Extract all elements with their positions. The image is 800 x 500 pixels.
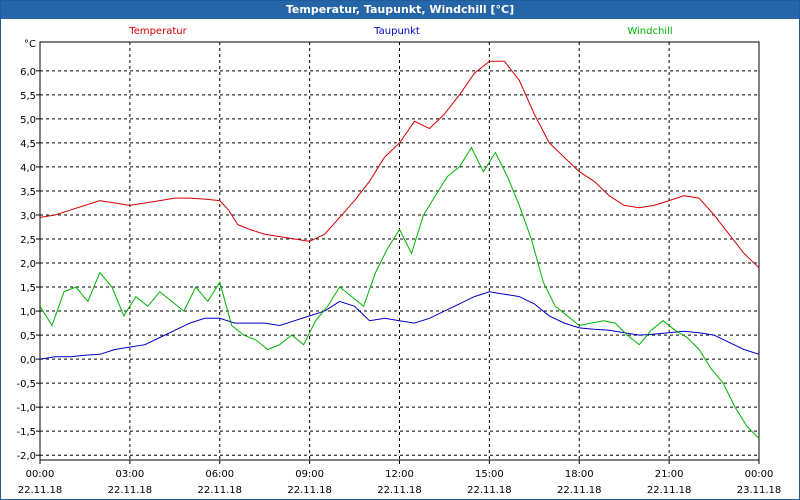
chart-canvas: 6,0 5,5 5,0 4,5 4,0 3,5 3,0 2,5 2,0 1,5 1,0 0,5 0,0 -… [16,26,782,496]
x-tick-date-label: 22.11.18 [287,485,332,496]
y-tick-label: 3,0 [20,211,36,222]
y-axis-unit: °C [24,39,36,50]
y-tick-label: -2,0 [16,451,36,462]
x-tick-time-label: 00:00 [26,469,55,480]
y-tick-label: 5,0 [20,115,36,126]
y-tick-label: 1,5 [20,283,36,294]
x-axis-ticks: 00:00 22.11.18 03:00 22.11.18 06:00 22.11.18 0… [18,460,782,496]
x-tick-time-label: 12:00 [385,469,414,480]
x-tick-date-label: 22.11.18 [377,485,422,496]
x-tick-date-label: 23.11.18 [737,485,782,496]
x-tick-time-label: 21:00 [655,469,684,480]
x-tick-date-label: 22.11.18 [647,485,692,496]
y-tick-label: -1,5 [16,427,36,438]
x-tick-time-label: 06:00 [205,469,234,480]
x-tick-date-label: 22.11.18 [557,485,602,496]
x-tick-time-label: 09:00 [295,469,324,480]
x-tick-date-label: 22.11.18 [108,485,153,496]
y-tick-label: 0,0 [20,355,36,366]
x-tick-date-label: 22.11.18 [18,485,63,496]
x-tick-time-label: 00:00 [745,469,774,480]
y-tick-label: 0,5 [20,331,36,342]
x-tick-time-label: 03:00 [115,469,144,480]
y-tick-label: 2,0 [20,259,36,270]
y-tick-label: 2,5 [20,235,36,246]
legend-taupunkt: Taupunkt [373,26,420,37]
x-tick-time-label: 18:00 [565,469,594,480]
y-tick-label: 4,0 [20,163,36,174]
x-tick-date-label: 22.11.18 [467,485,512,496]
y-tick-label: 1,0 [20,307,36,318]
x-tick-time-label: 15:00 [475,469,504,480]
y-tick-label: -1,0 [16,403,36,414]
y-tick-label: 6,0 [20,67,36,78]
y-tick-label: 4,5 [20,139,36,150]
y-tick-label: 5,5 [20,91,36,102]
x-tick-date-label: 22.11.18 [197,485,242,496]
y-tick-label: 3,5 [20,187,36,198]
y-tick-label: -0,5 [16,379,36,390]
legend-windchill: Windchill [627,26,672,37]
legend-temperatur: Temperatur [128,26,187,37]
y-axis-ticks: 6,0 5,5 5,0 4,5 4,0 3,5 3,0 2,5 2,0 1,5 1,0 0,5 0,0 -… [16,67,40,462]
